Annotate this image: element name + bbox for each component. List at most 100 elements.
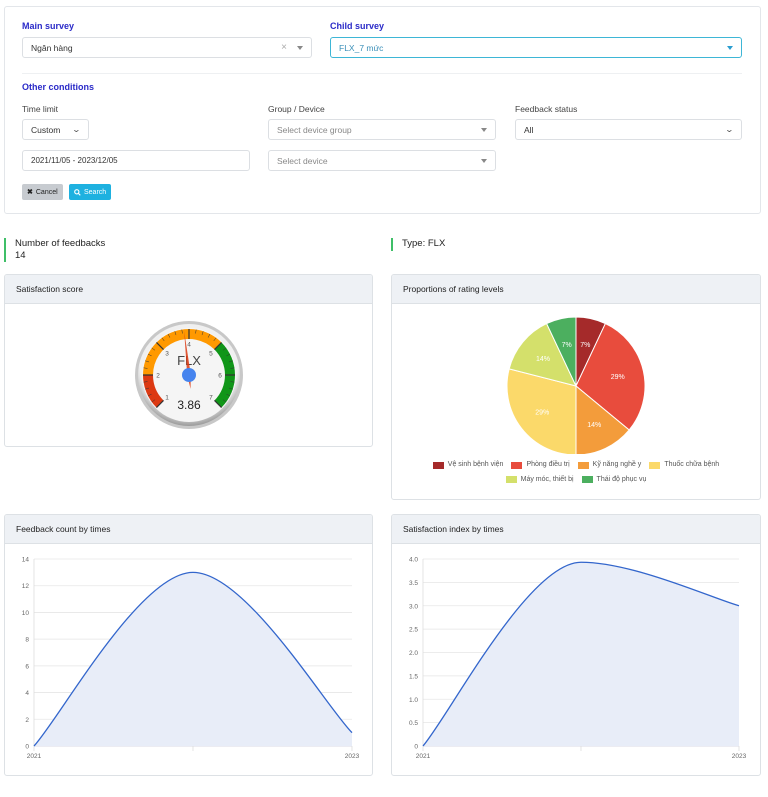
date-range-value: 2021/11/05 - 2023/12/05 [31, 156, 118, 165]
legend-item[interactable]: Vệ sinh bệnh viện [432, 459, 504, 471]
pie-data-label: 14% [536, 356, 550, 363]
gauge-tick-label: 3 [165, 351, 169, 358]
y-tick-label: 4.0 [409, 557, 418, 564]
gauge-tick-label: 1 [165, 394, 169, 401]
child-survey-select[interactable]: FLX_7 mức [330, 37, 742, 58]
legend-item[interactable]: Máy móc, thiết bị [505, 474, 574, 486]
legend-swatch [432, 461, 444, 469]
y-tick-label: 0 [414, 744, 418, 751]
legend-label: Thuốc chữa bệnh [664, 461, 720, 468]
card-title: Proportions of rating levels [392, 275, 760, 304]
time-limit-value: Custom [31, 124, 61, 135]
y-tick-label: 3.5 [409, 580, 418, 587]
card-title: Satisfaction index by times [392, 515, 760, 544]
legend-label: Kỹ năng nghề y [592, 461, 642, 468]
clear-icon[interactable]: × [281, 42, 287, 53]
child-survey-label: Child survey [330, 21, 385, 31]
main-survey-select[interactable]: Ngân hàng × [22, 37, 312, 58]
x-tick-label: 2021 [27, 753, 42, 760]
y-tick-label: 8 [25, 637, 29, 644]
feedback-status-select[interactable]: All ⌄ [515, 119, 742, 140]
group-device-label: Group / Device [268, 104, 325, 114]
y-tick-label: 4 [25, 690, 29, 697]
search-icon [74, 188, 81, 196]
feedback-count-card: Feedback count by times 0 2 4 6 8 10 12 14 2021 2… [4, 514, 373, 776]
caret-down-icon [727, 45, 733, 50]
card-title: Satisfaction score [5, 275, 372, 304]
chevron-down-icon: ⌄ [724, 125, 735, 134]
chevron-down-icon: ⌄ [71, 125, 82, 134]
search-button[interactable]: Search [69, 184, 112, 200]
filter-panel: Main survey Ngân hàng × Child survey FLX… [4, 6, 761, 214]
gauge-tick-label: 4 [187, 342, 191, 349]
y-tick-label: 2.0 [409, 650, 418, 657]
legend-row: Vệ sinh bệnh viện Phòng điều trị Kỹ năng n… [392, 459, 760, 474]
y-tick-label: 1.0 [409, 697, 418, 704]
legend-item[interactable]: Phòng điều trị [511, 459, 570, 471]
caret-down-icon [297, 45, 303, 50]
y-tick-label: 2.5 [409, 627, 418, 634]
y-tick-label: 12 [22, 583, 30, 590]
legend-item[interactable]: Thái độ phục vụ [581, 474, 647, 486]
device-placeholder: Select device [277, 155, 328, 166]
caret-down-icon [481, 127, 487, 132]
time-limit-select[interactable]: Custom ⌄ [22, 119, 89, 140]
date-range-input[interactable]: 2021/11/05 - 2023/12/05 [22, 150, 250, 171]
y-tick-label: 1.5 [409, 673, 418, 680]
gauge-tick-label: 7 [209, 394, 213, 401]
legend-item[interactable]: Kỹ năng nghề y [577, 459, 642, 471]
pie-data-label: 7% [580, 342, 590, 349]
legend-label: Thái độ phục vụ [596, 475, 647, 483]
y-tick-label: 14 [22, 557, 30, 564]
close-icon: ✖ [27, 189, 33, 196]
pie-chart: 7% 29% 14% 29% 14% 7% [506, 316, 646, 456]
y-tick-label: 2 [25, 717, 29, 724]
time-limit-label: Time limit [22, 104, 59, 114]
legend-label: Vệ sinh bệnh viện [447, 461, 504, 468]
satisfaction-index-card: Satisfaction index by times 0 0.5 1.0 1.5 2.… [391, 514, 761, 776]
pie-legend: Vệ sinh bệnh viện Phòng điều trị Kỹ năng n… [392, 459, 760, 488]
satisfaction-index-chart: 0 0.5 1.0 1.5 2.0 2.5 3.0 3.5 4.0 2021 2023 [409, 557, 747, 761]
y-tick-label: 0.5 [409, 720, 418, 727]
gauge-hub [182, 368, 196, 382]
feedback-status-label: Feedback status [515, 104, 578, 114]
card-title: Feedback count by times [5, 515, 372, 544]
x-tick-label: 2023 [345, 753, 360, 760]
legend-swatch [577, 461, 589, 469]
device-group-select[interactable]: Select device group [268, 119, 496, 140]
cancel-button[interactable]: ✖ Cancel [22, 184, 63, 200]
legend-swatch [581, 476, 593, 483]
legend-swatch [649, 461, 661, 469]
pie-data-label: 14% [587, 422, 601, 429]
gauge-value: 3.86 [177, 398, 201, 412]
y-tick-label: 6 [25, 663, 29, 670]
type-stat: Type: FLX [391, 238, 445, 251]
y-tick-label: 10 [22, 610, 30, 617]
area-fill [423, 562, 739, 746]
search-label: Search [84, 188, 107, 196]
device-select[interactable]: Select device [268, 150, 496, 171]
gauge-chart: 1234567FLX3.86 [135, 321, 243, 429]
area-fill [34, 572, 352, 746]
legend-row: Máy móc, thiết bị Thái độ phục vụ [392, 474, 760, 489]
feedback-count-stat: Number of feedbacks 14 [4, 238, 105, 262]
gauge-tick-label: 6 [218, 373, 222, 380]
main-survey-label: Main survey [22, 21, 75, 31]
type-label: Type: FLX [402, 238, 446, 249]
x-tick-label: 2021 [416, 753, 431, 760]
satisfaction-score-card: Satisfaction score 1 2 3 4 5 6 7 FLX 3.86 [4, 274, 373, 447]
legend-item[interactable]: Thuốc chữa bệnh [649, 459, 719, 471]
gauge-tick-label: 5 [209, 351, 213, 358]
legend-label: Máy móc, thiết bị [520, 475, 574, 483]
y-tick-label: 0 [25, 744, 29, 751]
feedback-status-value: All [524, 124, 534, 135]
child-survey-value: FLX_7 mức [339, 42, 384, 53]
proportions-card: Proportions of rating levels 7% 29% 14% 29%… [391, 274, 761, 500]
cancel-label: Cancel [35, 188, 58, 196]
caret-down-icon [481, 158, 487, 163]
feedback-count-value: 14 [15, 250, 26, 261]
feedback-count-chart: 0 2 4 6 8 10 12 14 2021 2023 [22, 557, 360, 761]
legend-swatch [505, 476, 517, 483]
other-conditions-label: Other conditions [22, 82, 94, 92]
y-tick-label: 3.0 [409, 603, 418, 610]
